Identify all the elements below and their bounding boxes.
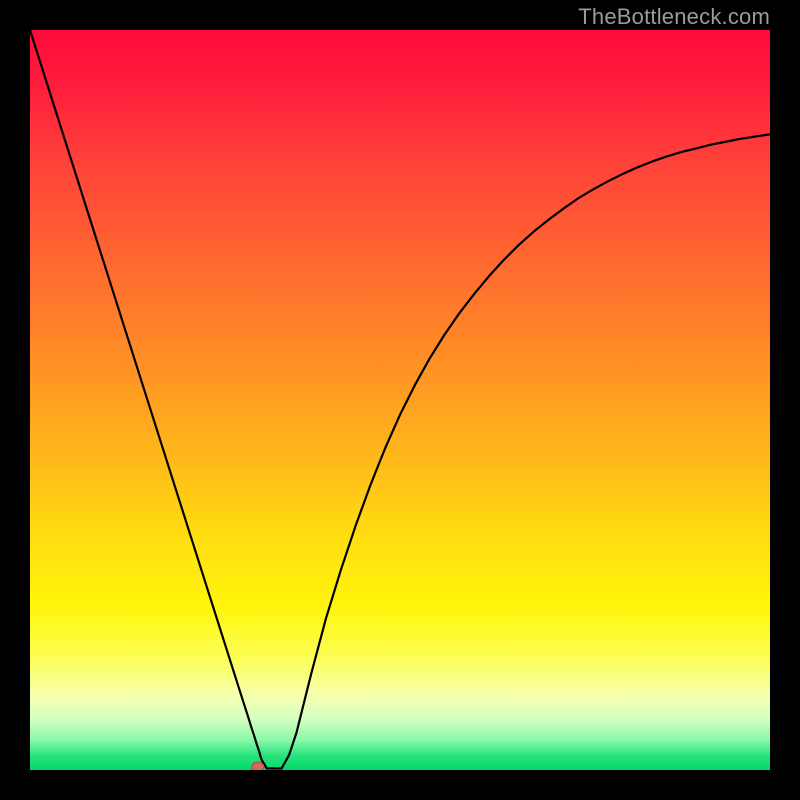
chart-frame: TheBottleneck.com bbox=[0, 0, 800, 800]
plot-area bbox=[30, 30, 770, 770]
chart-svg bbox=[30, 30, 770, 770]
optimal-point-marker bbox=[252, 762, 264, 770]
bottleneck-curve bbox=[30, 30, 770, 769]
watermark-text: TheBottleneck.com bbox=[578, 4, 770, 30]
